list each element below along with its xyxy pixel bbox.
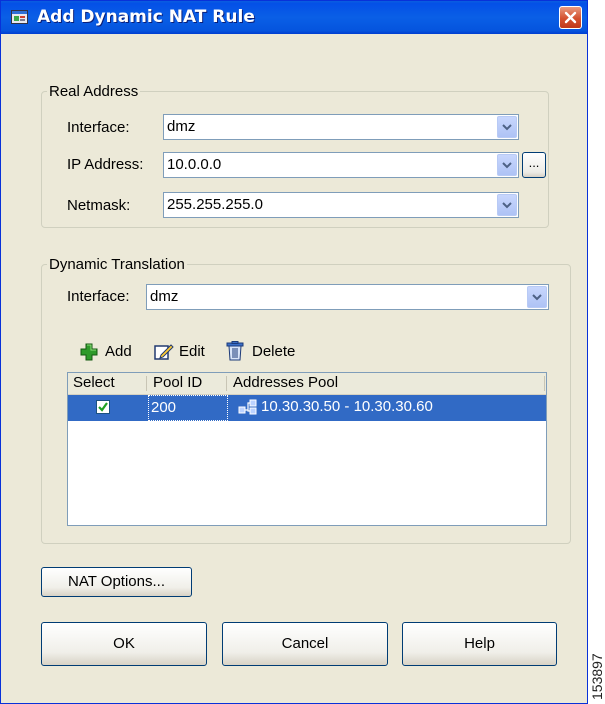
trash-can-icon: [226, 341, 244, 361]
add-label: Add: [105, 343, 132, 360]
cancel-button[interactable]: Cancel: [222, 622, 388, 666]
chevron-down-icon[interactable]: [497, 194, 517, 216]
edit-label: Edit: [179, 343, 205, 360]
netmask-label: Netmask:: [67, 197, 131, 214]
addresses-pool-value: 10.30.30.50 - 10.30.30.60: [261, 398, 433, 415]
netmask-select[interactable]: 255.255.255.0: [163, 192, 519, 218]
translation-interface-select[interactable]: dmz: [146, 284, 549, 310]
column-header-select[interactable]: Select: [68, 373, 148, 394]
translation-interface-value: dmz: [150, 288, 179, 305]
real-interface-value: dmz: [167, 118, 196, 135]
select-cell: [68, 395, 148, 421]
check-icon: [98, 402, 108, 412]
help-button[interactable]: Help: [402, 622, 557, 666]
pool-table[interactable]: Select Pool ID Addresses Pool 200 10.30.…: [67, 372, 547, 526]
edit-button[interactable]: Edit: [154, 342, 216, 364]
nat-options-button[interactable]: NAT Options...: [41, 567, 192, 597]
real-interface-select[interactable]: dmz: [163, 114, 519, 140]
close-button[interactable]: [559, 6, 582, 29]
dialog-app-icon: [11, 9, 28, 25]
dialog-title: Add Dynamic NAT Rule: [37, 7, 255, 27]
delete-label: Delete: [252, 343, 296, 360]
figure-id-watermark: 153897: [589, 653, 605, 700]
real-interface-label: Interface:: [67, 119, 130, 136]
table-header: Select Pool ID Addresses Pool: [68, 373, 546, 395]
close-icon: [564, 11, 577, 24]
add-button[interactable]: Add: [80, 342, 142, 364]
table-row[interactable]: 200 10.30.30.50 - 10.30.30.60: [68, 395, 546, 421]
network-pool-icon: [238, 399, 257, 415]
dynamic-translation-legend: Dynamic Translation: [49, 256, 185, 273]
chevron-down-icon[interactable]: [527, 286, 547, 308]
green-plus-icon: [80, 343, 98, 361]
edit-pencil-icon: [154, 344, 174, 360]
ok-button[interactable]: OK: [41, 622, 207, 666]
ip-address-value: 10.0.0.0: [167, 156, 222, 173]
real-address-legend: Real Address: [49, 83, 139, 100]
translation-interface-label: Interface:: [67, 288, 130, 305]
netmask-value: 255.255.255.0: [167, 196, 263, 213]
column-header-addresses-pool[interactable]: Addresses Pool: [228, 373, 546, 394]
row-select-checkbox[interactable]: [96, 400, 110, 414]
column-header-pool-id[interactable]: Pool ID: [148, 373, 228, 394]
chevron-down-icon[interactable]: [497, 116, 517, 138]
delete-button[interactable]: Delete: [226, 341, 306, 364]
ip-address-select[interactable]: 10.0.0.0: [163, 152, 519, 178]
chevron-down-icon[interactable]: [497, 154, 517, 176]
title-bar[interactable]: Add Dynamic NAT Rule: [1, 1, 587, 34]
add-dynamic-nat-rule-dialog: Add Dynamic NAT Rule Real Address Interf…: [0, 0, 588, 704]
ip-address-label: IP Address:: [67, 156, 144, 173]
pool-id-cell: 200: [148, 395, 228, 421]
browse-ip-button[interactable]: ...: [522, 152, 546, 178]
